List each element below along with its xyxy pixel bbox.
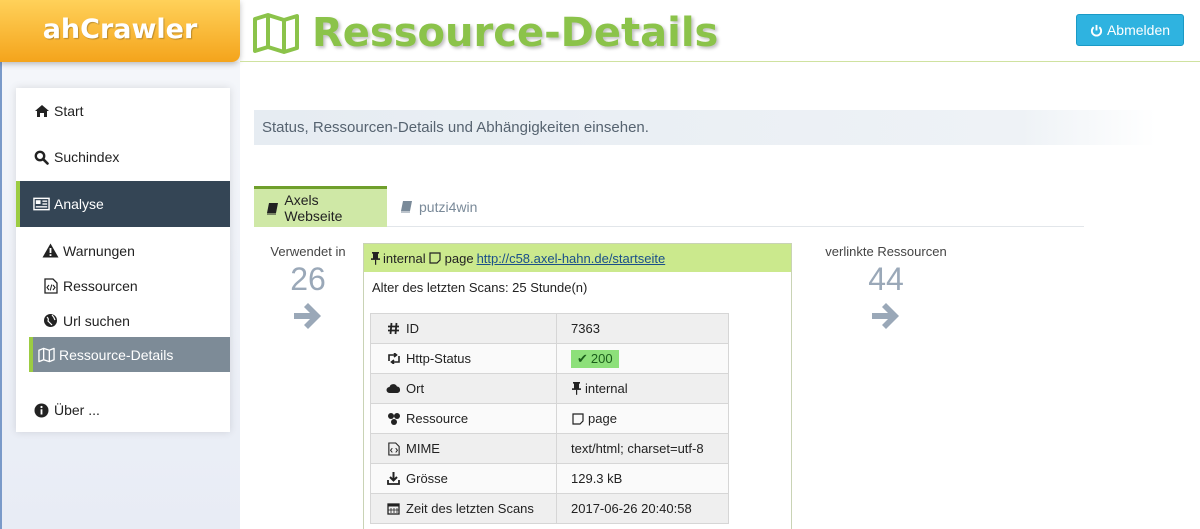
download-icon: [385, 470, 402, 487]
page-title-text: Ressource-Details: [312, 10, 719, 56]
sidebar-item-label: Analyse: [54, 196, 104, 212]
globe-icon: [42, 312, 59, 329]
power-icon: [1090, 24, 1102, 36]
table-row: Ressource page: [370, 403, 729, 434]
detail-label: Grösse: [406, 471, 448, 486]
detail-value: 2017-06-26 20:40:58: [556, 493, 729, 524]
calendar-icon: [385, 500, 402, 517]
retweet-icon: [385, 350, 402, 367]
tab-putzi4win[interactable]: putzi4win: [388, 186, 487, 227]
sidebar-subitem-ressource-details[interactable]: Ressource-Details: [29, 337, 230, 372]
tab-label: Axels Webseite: [284, 192, 343, 224]
linked-label: verlinkte Ressourcen: [825, 244, 947, 259]
used-in-block[interactable]: Verwendet in 26: [256, 244, 360, 333]
status-badge: ✔ 200: [571, 349, 619, 368]
map-icon: [253, 13, 299, 54]
sidebar-item-label: Suchindex: [54, 149, 120, 165]
resource-location: internal: [383, 250, 426, 266]
linked-count: 44: [868, 261, 904, 297]
table-row: Ort internal: [370, 373, 729, 404]
detail-label: Zeit des letzten Scans: [406, 501, 534, 516]
logout-button[interactable]: Abmelden: [1076, 14, 1184, 46]
tab-axels-webseite[interactable]: Axels Webseite: [254, 186, 387, 227]
scan-age-text: Alter des letzten Scans: 25 Stunde(n): [372, 280, 588, 295]
resource-url-link[interactable]: http://c58.axel-hahn.de/startseite: [477, 251, 666, 266]
newspaper-icon: [33, 196, 50, 213]
detail-value: text/html; charset=utf-8: [556, 433, 729, 464]
tab-label: putzi4win: [419, 198, 478, 215]
sidebar-item-label: Warnungen: [63, 242, 135, 259]
detail-value: 7363: [556, 313, 729, 344]
detail-value: page: [588, 411, 617, 426]
linked-resources-block[interactable]: verlinkte Ressourcen 44: [816, 244, 956, 333]
info-icon: [33, 402, 50, 419]
hash-icon: [385, 320, 402, 337]
logout-label: Abmelden: [1106, 22, 1171, 38]
table-row: ID 7363: [370, 313, 729, 344]
warning-icon: [42, 242, 59, 259]
detail-label: Ressource: [406, 411, 469, 426]
table-row: MIME text/html; charset=utf-8: [370, 433, 729, 464]
arrow-right-icon: [816, 302, 956, 333]
detail-value: 129.3 kB: [556, 463, 729, 494]
sidebar-item-label: Ressource-Details: [59, 346, 174, 363]
table-row: Http-Status ✔ 200: [370, 343, 729, 374]
code-file-icon: [42, 277, 59, 294]
sidebar-item-analyse[interactable]: Analyse: [16, 181, 230, 227]
page-icon: [571, 410, 584, 427]
sidebar-item-suchindex[interactable]: Suchindex: [16, 134, 230, 180]
book-icon: [398, 198, 415, 215]
cubes-icon: [385, 410, 402, 427]
sidebar-item-label: Url suchen: [63, 312, 130, 329]
project-tabs: Axels Webseite putzi4win: [254, 186, 1084, 227]
pin-icon: [571, 380, 581, 397]
sidebar-subitem-ressourcen[interactable]: Ressourcen: [29, 268, 230, 303]
resource-header: internal page http://c58.axel-hahn.de/st…: [364, 244, 791, 272]
sidebar-item-ueber[interactable]: Über ...: [16, 387, 230, 433]
resource-panel: internal page http://c58.axel-hahn.de/st…: [363, 243, 792, 529]
arrow-right-icon: [256, 302, 360, 333]
status-code: 200: [590, 351, 613, 366]
page-title: Ressource-Details: [252, 8, 718, 58]
page-subtitle: Status, Ressourcen-Details und Abhängigk…: [254, 110, 1156, 145]
map-icon: [38, 346, 55, 363]
sidebar-menu: Start Suchindex Analyse Warnungen Ressou…: [16, 88, 230, 432]
page-icon: [429, 250, 442, 267]
table-row: Zeit des letzten Scans 2017-06-26 20:40:…: [370, 493, 729, 524]
sidebar-subitem-url-suchen[interactable]: Url suchen: [29, 303, 230, 338]
used-in-count: 26: [290, 261, 326, 297]
detail-label: Ort: [406, 381, 425, 396]
sidebar-item-label: Über ...: [54, 402, 100, 418]
check-icon: ✔: [577, 350, 588, 366]
sidebar-item-label: Ressourcen: [63, 277, 138, 294]
brand-logo[interactable]: ahCrawler: [0, 0, 240, 62]
resource-type: page: [444, 250, 474, 266]
book-icon: [264, 200, 280, 217]
table-row: Grösse 129.3 kB: [370, 463, 729, 494]
cloud-icon: [385, 380, 402, 397]
detail-label: MIME: [406, 441, 440, 456]
sidebar-item-start[interactable]: Start: [16, 88, 230, 134]
home-icon: [33, 103, 50, 120]
code-file-icon: [385, 440, 402, 457]
sidebar-item-label: Start: [54, 103, 84, 119]
detail-label: ID: [406, 321, 419, 336]
resource-details-table: ID 7363 Http-Status ✔ 200 Ort internal Re…: [370, 313, 729, 524]
detail-value: internal: [585, 381, 628, 396]
used-in-label: Verwendet in: [270, 244, 346, 259]
pin-icon: [370, 250, 380, 267]
detail-label: Http-Status: [406, 351, 472, 366]
search-icon: [33, 149, 50, 166]
sidebar-subitem-warnungen[interactable]: Warnungen: [29, 233, 230, 268]
